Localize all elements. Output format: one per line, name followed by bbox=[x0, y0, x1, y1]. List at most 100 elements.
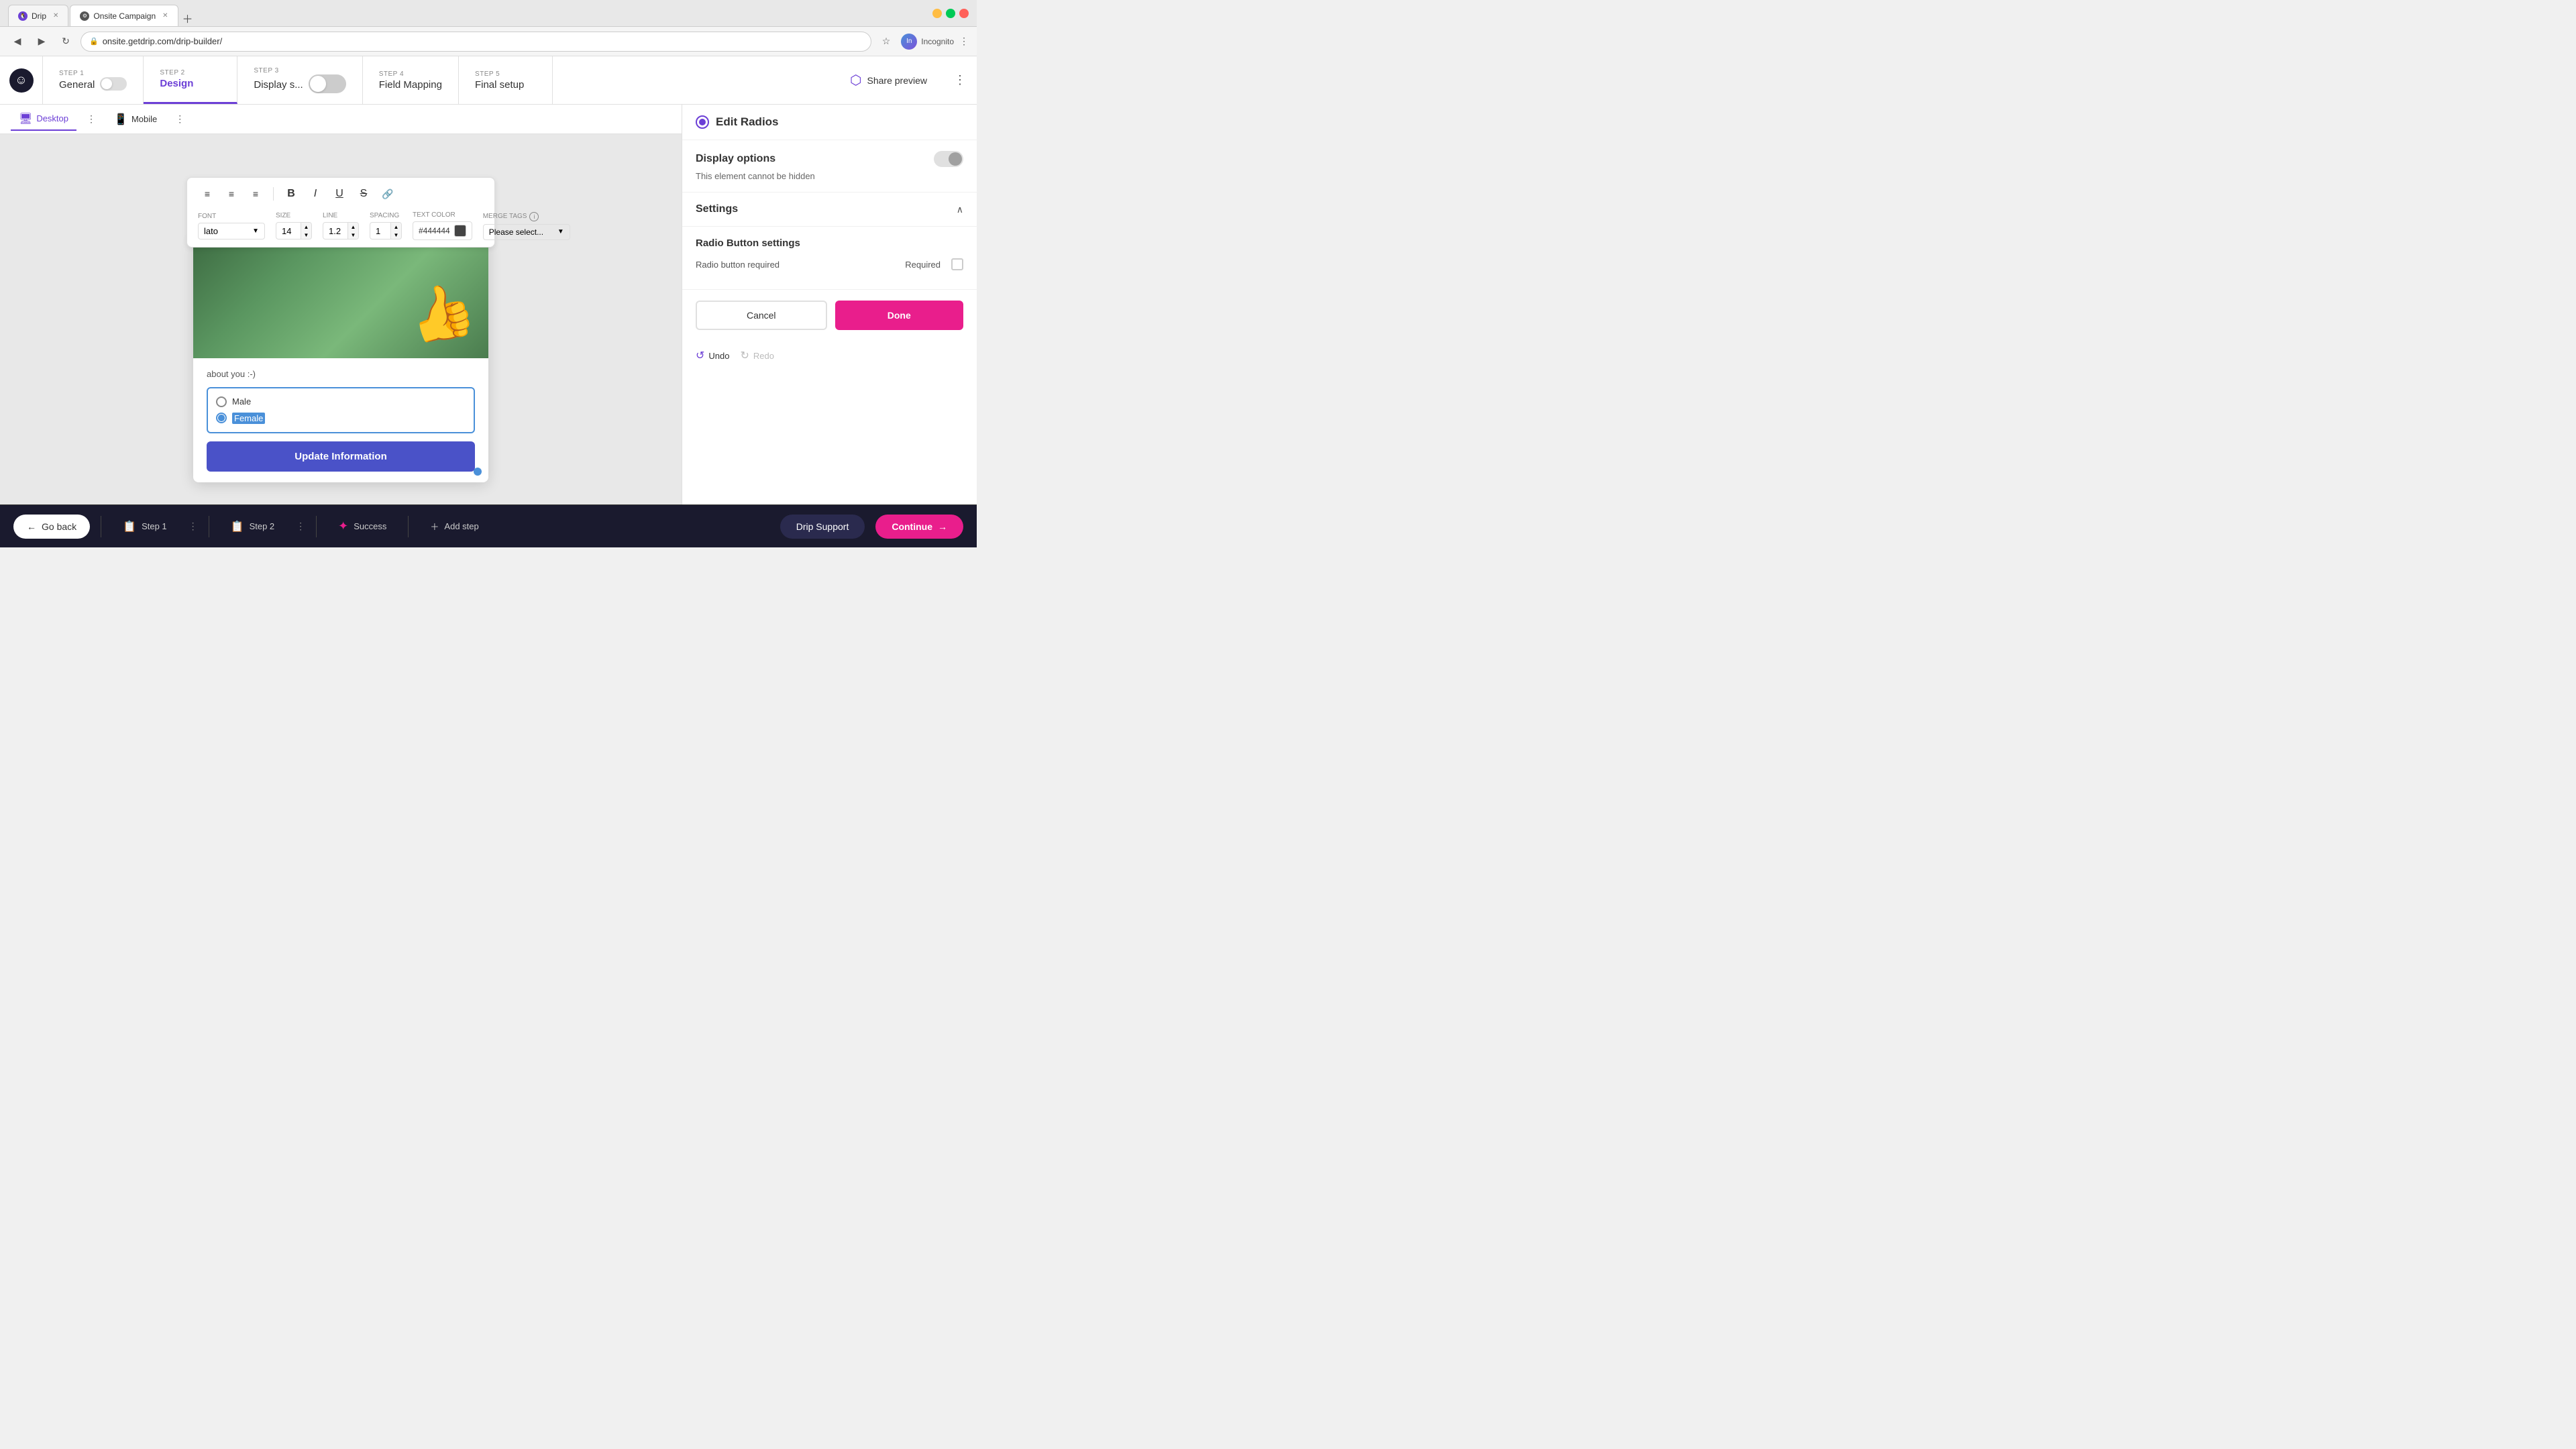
edit-radios-icon bbox=[696, 115, 709, 129]
step2-more-button[interactable]: ⋮ bbox=[296, 521, 305, 532]
success-indicator[interactable]: ✦ Success bbox=[327, 514, 397, 539]
bold-button[interactable]: B bbox=[282, 184, 301, 203]
font-chevron: ▼ bbox=[252, 227, 259, 235]
spacing-label: Spacing bbox=[370, 212, 402, 219]
link-button[interactable]: 🔗 bbox=[378, 184, 397, 203]
redo-icon: ↻ bbox=[740, 349, 749, 362]
step2-ind-icon: 📋 bbox=[231, 520, 244, 533]
step-field-mapping[interactable]: STEP 4 Field Mapping bbox=[363, 56, 459, 104]
popup-text: about you :-) bbox=[207, 369, 475, 379]
share-preview-button[interactable]: ⬡ Share preview bbox=[850, 72, 927, 89]
step3-toggle[interactable] bbox=[309, 74, 346, 93]
display-options-title: Display options bbox=[696, 153, 775, 165]
new-tab-button[interactable]: ＋ bbox=[180, 10, 196, 26]
spacing-up-button[interactable]: ▲ bbox=[390, 223, 401, 231]
radio-option-male[interactable]: Male bbox=[216, 394, 466, 410]
cancel-button[interactable]: Cancel bbox=[696, 301, 827, 330]
line-input[interactable]: 1.2 ▲ ▼ bbox=[323, 222, 359, 239]
desktop-more-button[interactable]: ⋮ bbox=[82, 110, 101, 129]
panel-title: Edit Radios bbox=[716, 115, 779, 129]
step1-indicator[interactable]: 📋 Step 1 bbox=[112, 515, 178, 539]
browser-tabs: 🐧 Drip ✕ ⚙ Onsite Campaign ✕ ＋ bbox=[8, 0, 196, 26]
drip-support-button[interactable]: Drip Support bbox=[780, 515, 865, 539]
align-left-button[interactable]: ≡ bbox=[198, 184, 217, 203]
line-up-button[interactable]: ▲ bbox=[347, 223, 358, 231]
radio-option-female[interactable]: Female bbox=[216, 410, 466, 427]
step3-number: STEP 3 bbox=[254, 67, 345, 74]
color-swatch[interactable] bbox=[454, 225, 466, 237]
minimize-button[interactable] bbox=[932, 9, 942, 18]
size-input[interactable]: 14 ▲ ▼ bbox=[276, 222, 312, 239]
align-center-button[interactable]: ≡ bbox=[222, 184, 241, 203]
address-bar[interactable]: 🔒 onsite.getdrip.com/drip-builder/ bbox=[80, 32, 871, 52]
italic-button[interactable]: I bbox=[306, 184, 325, 203]
maximize-button[interactable] bbox=[946, 9, 955, 18]
step-design[interactable]: STEP 2 Design bbox=[144, 56, 237, 104]
radio-options-container[interactable]: Male Female bbox=[207, 387, 475, 433]
desktop-view-button[interactable]: 🖥 Desktop bbox=[11, 108, 76, 131]
drip-logo: ☺ bbox=[9, 68, 34, 93]
desktop-icon: 🖥 bbox=[19, 112, 32, 125]
popup-content: about you :-) Male Female bbox=[193, 358, 488, 482]
mobile-view-button[interactable]: 📱 Mobile bbox=[106, 109, 165, 130]
action-buttons: Cancel Done bbox=[682, 289, 977, 341]
font-group: Font lato ▼ bbox=[198, 213, 265, 239]
app-layout: ☺ STEP 1 General STEP 2 Design S bbox=[0, 56, 977, 547]
bookmark-button[interactable]: ☆ bbox=[882, 36, 891, 47]
font-select[interactable]: lato ▼ bbox=[198, 223, 265, 239]
size-up-button[interactable]: ▲ bbox=[301, 223, 311, 231]
drip-tab-close[interactable]: ✕ bbox=[53, 12, 58, 19]
step1-toggle[interactable] bbox=[100, 77, 127, 91]
spacing-input[interactable]: 1 ▲ ▼ bbox=[370, 222, 402, 239]
go-back-button[interactable]: ← Go back bbox=[13, 515, 90, 539]
size-down-button[interactable]: ▼ bbox=[301, 231, 311, 239]
mobile-more-button[interactable]: ⋮ bbox=[170, 110, 189, 129]
redo-label: Redo bbox=[753, 351, 774, 361]
add-step-button[interactable]: ＋ Add step bbox=[419, 515, 489, 538]
update-information-button[interactable]: Update Information bbox=[207, 441, 475, 472]
forward-button[interactable]: ▶ bbox=[32, 32, 51, 51]
radio-label-female[interactable]: Female bbox=[232, 413, 265, 424]
radio-circle-female[interactable] bbox=[216, 413, 227, 423]
refresh-button[interactable]: ↻ bbox=[56, 32, 75, 51]
spacing-down-button[interactable]: ▼ bbox=[390, 231, 401, 239]
close-window-button[interactable] bbox=[959, 9, 969, 18]
underline-button[interactable]: U bbox=[330, 184, 349, 203]
align-right-button[interactable]: ≡ bbox=[246, 184, 265, 203]
line-down-button[interactable]: ▼ bbox=[347, 231, 358, 239]
update-btn-label: Update Information bbox=[294, 451, 387, 462]
required-value: Required bbox=[905, 260, 941, 270]
step2-label: Design bbox=[160, 78, 221, 89]
step-display[interactable]: STEP 3 Display s... bbox=[237, 56, 362, 104]
radio-circle-male[interactable] bbox=[216, 396, 227, 407]
size-value: 14 bbox=[276, 223, 301, 239]
strikethrough-button[interactable]: S bbox=[354, 184, 373, 203]
color-input[interactable]: #444444 bbox=[413, 221, 472, 240]
step2-indicator[interactable]: 📋 Step 2 bbox=[220, 515, 286, 539]
browser-more-button[interactable]: ⋮ bbox=[959, 36, 969, 47]
divider4 bbox=[408, 516, 409, 537]
merge-tags-select[interactable]: Please select... ▼ bbox=[483, 224, 570, 240]
step1-ind-icon: 📋 bbox=[123, 520, 136, 533]
tab-onsite[interactable]: ⚙ Onsite Campaign ✕ bbox=[70, 5, 178, 26]
redo-button[interactable]: ↻ Redo bbox=[740, 349, 773, 362]
continue-button[interactable]: Continue → bbox=[875, 515, 963, 539]
cursor-indicator bbox=[474, 468, 482, 476]
display-options-toggle[interactable] bbox=[934, 151, 963, 167]
done-label: Done bbox=[888, 310, 911, 321]
onsite-tab-close[interactable]: ✕ bbox=[162, 12, 168, 19]
steps-more-button[interactable]: ⋮ bbox=[943, 73, 977, 87]
continue-label: Continue bbox=[892, 521, 932, 532]
undo-button[interactable]: ↺ Undo bbox=[696, 349, 729, 362]
required-checkbox[interactable] bbox=[951, 258, 963, 270]
done-button[interactable]: Done bbox=[835, 301, 964, 330]
step-final-setup[interactable]: STEP 5 Final setup bbox=[459, 56, 553, 104]
profile-icon[interactable]: In bbox=[901, 34, 917, 50]
add-step-icon: ＋ bbox=[430, 520, 439, 533]
tab-drip[interactable]: 🐧 Drip ✕ bbox=[8, 5, 68, 26]
step-general[interactable]: STEP 1 General bbox=[43, 56, 144, 104]
drip-support-label: Drip Support bbox=[796, 521, 849, 532]
back-button[interactable]: ◀ bbox=[8, 32, 27, 51]
step1-more-button[interactable]: ⋮ bbox=[189, 521, 198, 532]
settings-header[interactable]: Settings ∧ bbox=[696, 203, 963, 215]
